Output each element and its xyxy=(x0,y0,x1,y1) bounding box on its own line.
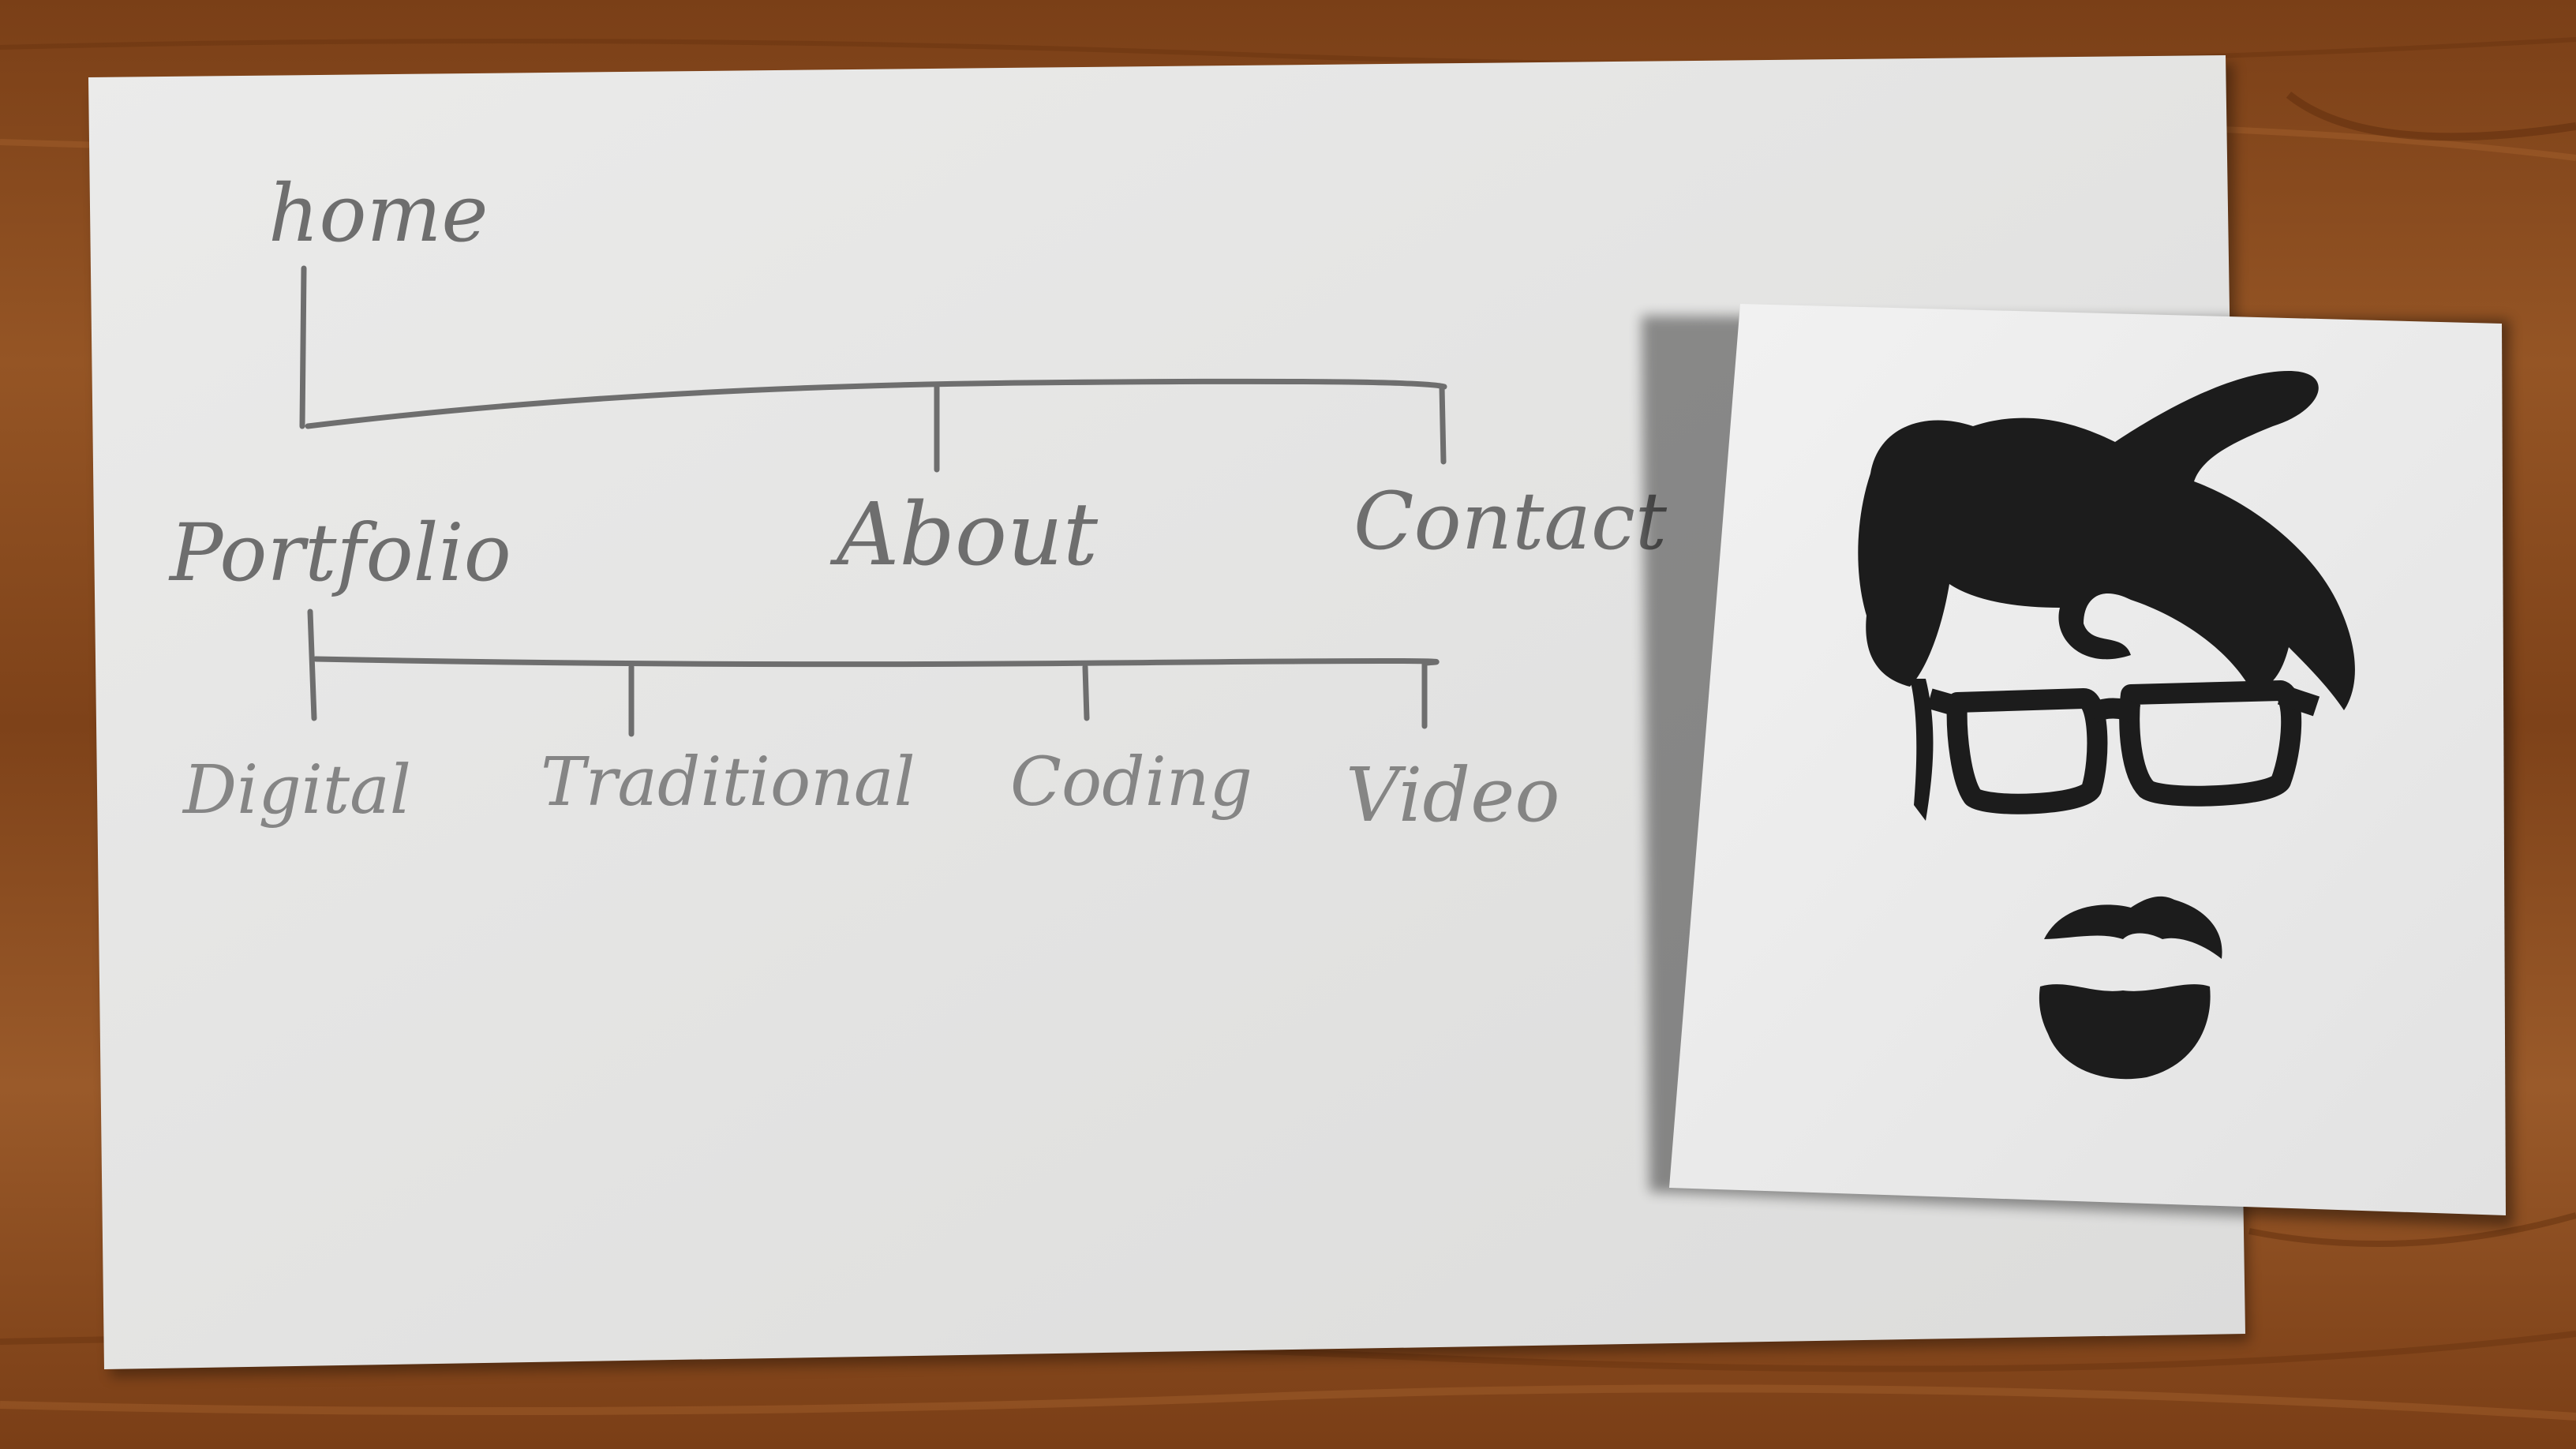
photo-scene: home Portfolio About Contact Digital Tra… xyxy=(0,0,2576,1449)
node-about: About xyxy=(829,484,1099,585)
node-home: home xyxy=(268,167,489,260)
node-coding: Coding xyxy=(1010,743,1252,822)
node-digital: Digital xyxy=(182,751,411,829)
node-contact: Contact xyxy=(1354,475,1668,567)
node-traditional: Traditional xyxy=(541,743,915,822)
node-portfolio: Portfolio xyxy=(168,507,511,599)
node-video: Video xyxy=(1346,752,1560,839)
